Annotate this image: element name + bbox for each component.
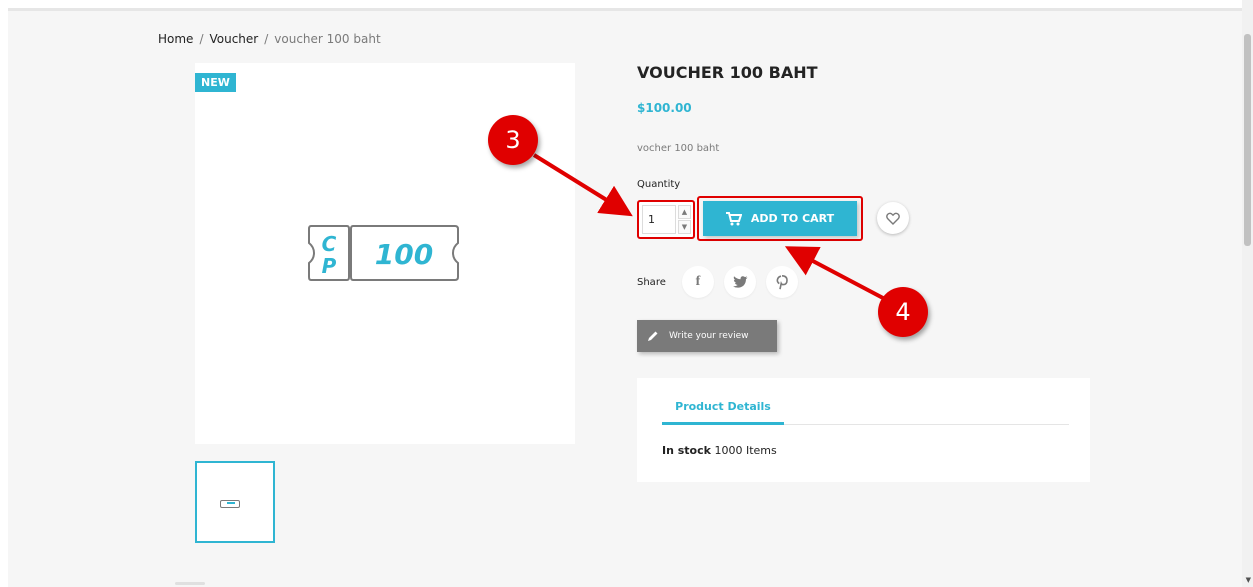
callout-step-4: 4 [878, 287, 928, 337]
scrollbar-thumb[interactable] [1244, 34, 1251, 246]
callout-step-3: 3 [488, 115, 538, 165]
scrollbar[interactable]: ▼ [1242, 0, 1253, 587]
annotation-arrows [532, 153, 884, 300]
scroll-down-arrow-icon[interactable]: ▼ [1246, 576, 1251, 584]
cut-off-element [175, 582, 205, 585]
arrow-to-quantity [532, 153, 633, 217]
arrow-to-add-to-cart [784, 246, 884, 300]
